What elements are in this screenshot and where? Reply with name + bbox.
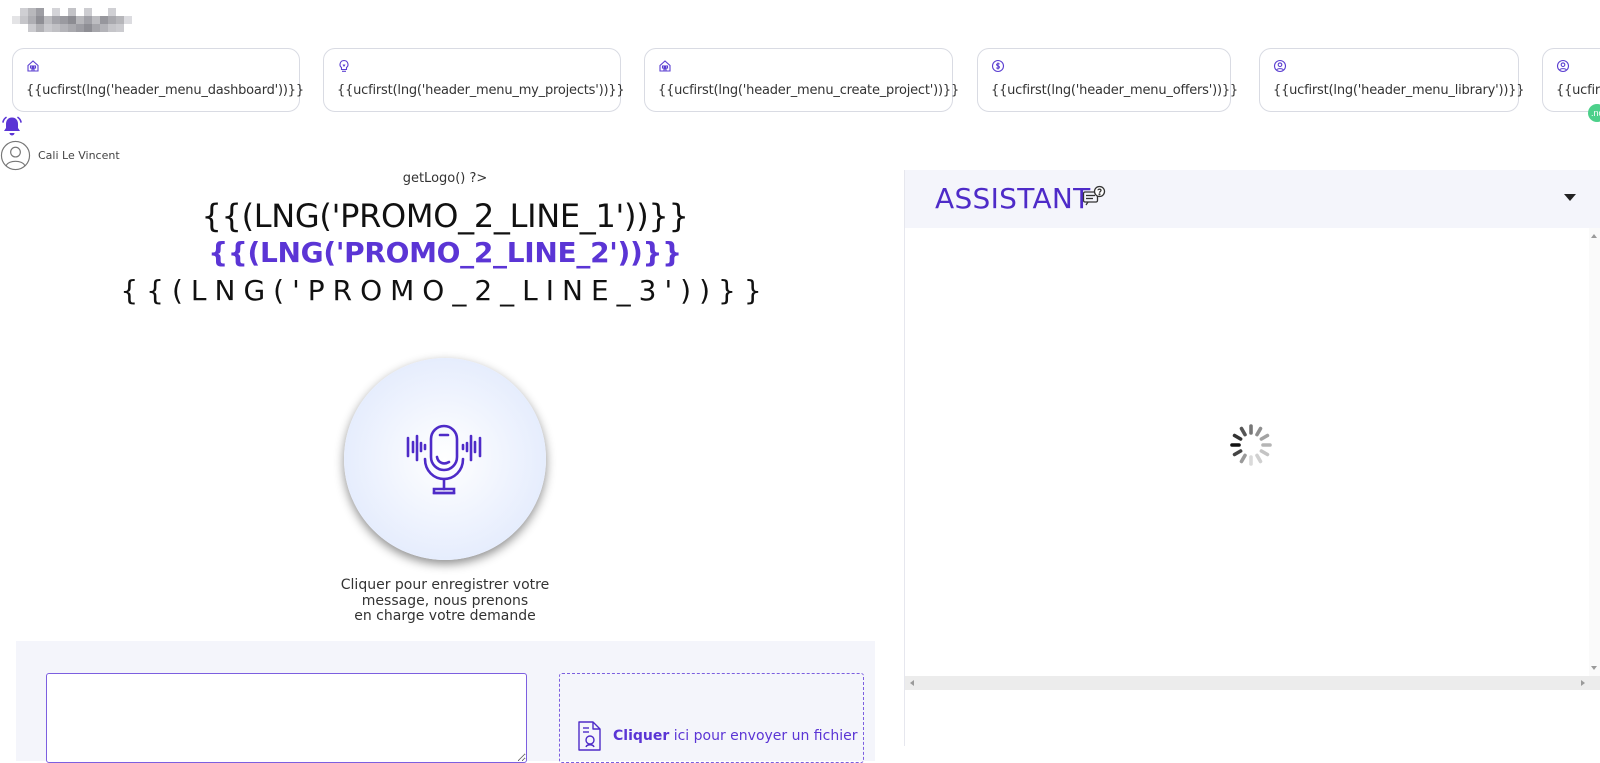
lightbulb-icon — [339, 59, 349, 72]
loading-spinner-icon — [1230, 424, 1272, 466]
chat-question-icon — [1082, 185, 1106, 206]
menu-item-create-project[interactable]: {{ucfirst(lng('header_menu_create_projec… — [644, 48, 960, 112]
promo-line-1: {{(LNG('PROMO_2_LINE_1'))}} — [201, 197, 689, 235]
record-help-line-3: en charge votre demande — [354, 608, 536, 624]
upload-text: Cliquer ici pour envoyer un fichier — [613, 728, 857, 744]
record-help-text: Cliquer pour enregistrer votre message, … — [0, 577, 890, 625]
upload-link[interactable]: Cliquer — [613, 728, 669, 744]
file-upload-icon — [578, 721, 601, 751]
microphone-icon — [406, 424, 482, 495]
notification-badge[interactable]: .no — [1588, 104, 1600, 122]
menu-item-dashboard[interactable]: {{ucfirst(lng('header_menu_dashboard'))}… — [12, 48, 304, 112]
library-icon — [1273, 59, 1287, 73]
file-dropzone[interactable]: Cliquer ici pour envoyer un fichier — [559, 673, 864, 763]
menu-label-account: {{ucfirs — [1556, 83, 1600, 98]
scroll-down-arrow-icon[interactable] — [1591, 666, 1597, 670]
record-voice-button[interactable] — [344, 358, 546, 560]
scroll-up-arrow-icon[interactable] — [1591, 234, 1597, 238]
menu-item-account[interactable]: {{ucfirs — [1542, 48, 1600, 112]
horizontal-scrollbar[interactable] — [905, 676, 1600, 690]
dashboard-icon — [27, 60, 39, 72]
bell-icon[interactable] — [0, 114, 24, 138]
menu-label-dashboard: {{ucfirst(lng('header_menu_dashboard'))}… — [26, 83, 304, 98]
collapse-caret-icon[interactable] — [1564, 194, 1576, 201]
menu-label-library: {{ucfirst(lng('header_menu_library'))}} — [1273, 83, 1525, 98]
promo-line-2: {{(LNG('PROMO_2_LINE_2'))}} — [208, 236, 682, 269]
vertical-scrollbar[interactable] — [1589, 228, 1600, 676]
menu-item-library[interactable]: {{ucfirst(lng('header_menu_library'))}} — [1259, 48, 1525, 112]
record-help-line-1: Cliquer pour enregistrer votre — [340, 577, 550, 593]
upload-text-rest: ici pour envoyer un fichier — [669, 728, 858, 744]
avatar — [0, 140, 31, 170]
menu-item-my-projects[interactable]: {{ucfirst(lng('header_menu_my_projects')… — [323, 48, 625, 112]
assistant-panel: ASSISTANT — [905, 170, 1600, 746]
menu-label-create-project: {{ucfirst(lng('header_menu_create_projec… — [658, 83, 960, 98]
create-project-icon — [659, 60, 671, 72]
assistant-title: ASSISTANT — [935, 182, 1091, 215]
user-circle-icon — [1556, 59, 1570, 73]
menu-item-offers[interactable]: {{ucfirst(lng('header_menu_offers'))}} — [977, 48, 1238, 112]
user-name: Cali Le Vincent — [38, 148, 120, 162]
menu-label-offers: {{ucfirst(lng('header_menu_offers'))}} — [991, 83, 1238, 98]
scroll-right-arrow-icon[interactable] — [1581, 680, 1585, 686]
assistant-content — [905, 228, 1600, 676]
message-textarea[interactable] — [46, 673, 527, 763]
promo-line-3: {{(LNG('PROMO_2_LINE_3'))}} — [120, 274, 770, 307]
record-help-line-2: message, nous prenons — [361, 592, 529, 609]
user-profile[interactable]: Cali Le Vincent — [0, 139, 120, 171]
assistant-header[interactable]: ASSISTANT — [905, 170, 1600, 228]
menu-label-my-projects: {{ucfirst(lng('header_menu_my_projects')… — [337, 83, 625, 98]
offers-icon — [991, 59, 1005, 73]
logo[interactable] — [12, 8, 132, 32]
header-menu: {{ucfirst(lng('header_menu_dashboard'))}… — [12, 48, 1600, 112]
logo-placeholder-text: getLogo() ?> — [402, 171, 488, 186]
scroll-left-arrow-icon[interactable] — [910, 680, 914, 686]
message-panel: Cliquer ici pour envoyer un fichier — [16, 641, 875, 763]
